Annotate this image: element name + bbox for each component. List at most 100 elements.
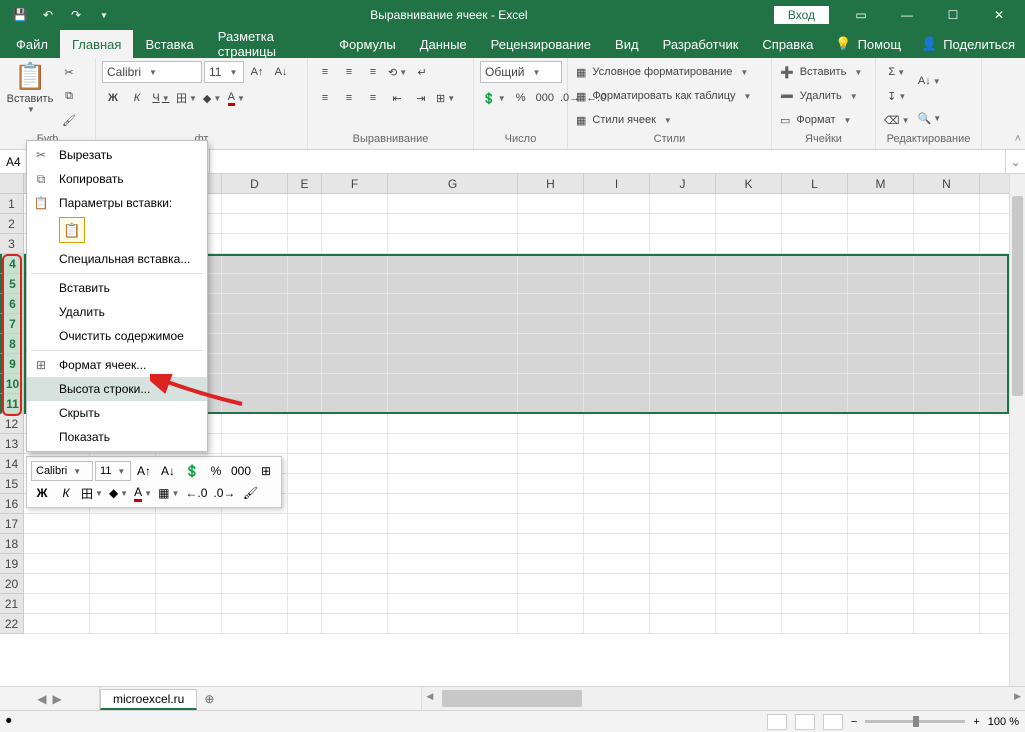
maximize-icon[interactable]: ☐ — [931, 1, 975, 29]
column-header[interactable]: I — [584, 174, 650, 193]
row-header[interactable]: 2 — [0, 214, 23, 234]
conditional-formatting-button[interactable]: ▦Условное форматирование▼ — [574, 61, 765, 83]
copy-icon[interactable]: ⧉ — [58, 85, 80, 107]
column-header[interactable]: E — [288, 174, 322, 193]
mini-bold-button[interactable]: Ж — [31, 482, 53, 504]
sort-filter-icon[interactable]: A↓▼ — [915, 61, 943, 101]
paste-option-icon[interactable]: 📋 — [59, 217, 85, 243]
align-bottom-icon[interactable]: ≡ — [362, 61, 384, 83]
minimize-icon[interactable]: — — [885, 1, 929, 29]
underline-button[interactable]: Ч▼ — [150, 87, 172, 109]
tab-help[interactable]: Справка — [750, 30, 825, 58]
fill-color-icon[interactable]: ◆▼ — [201, 87, 223, 109]
cm-clear-contents[interactable]: Очистить содержимое — [27, 324, 207, 348]
expand-formula-icon[interactable]: ⌄ — [1005, 150, 1025, 173]
borders-icon[interactable]: 田▼ — [174, 87, 199, 109]
percent-icon[interactable]: % — [510, 87, 532, 109]
mini-border-icon[interactable]: 田▼ — [79, 482, 105, 504]
tab-data[interactable]: Данные — [408, 30, 479, 58]
mini-currency-icon[interactable]: 💲 — [181, 460, 203, 482]
mini-increase-font-icon[interactable]: A↑ — [133, 460, 155, 482]
format-cells-button[interactable]: ▭Формат▼ — [778, 109, 869, 131]
cm-row-height[interactable]: Высота строки... — [27, 377, 207, 401]
tab-layout[interactable]: Разметка страницы — [206, 30, 327, 58]
row-header[interactable]: 4 — [0, 254, 23, 274]
comma-icon[interactable]: 000 — [534, 87, 556, 109]
row-header[interactable]: 22 — [0, 614, 23, 634]
row-header[interactable]: 16 — [0, 494, 23, 514]
tell-me[interactable]: 💡Помощ — [825, 30, 911, 58]
column-header[interactable]: J — [650, 174, 716, 193]
mini-format-painter-icon[interactable]: 🖌 — [239, 482, 261, 504]
qat-customize-icon[interactable]: ▼ — [92, 3, 116, 27]
autosum-icon[interactable]: Σ▼ — [882, 61, 911, 83]
row-header[interactable]: 10 — [0, 374, 23, 394]
mini-dec-decimal-icon[interactable]: ←.0 — [183, 482, 209, 504]
cm-show[interactable]: Показать — [27, 425, 207, 449]
row-header[interactable]: 7 — [0, 314, 23, 334]
sheet-nav-prev-icon[interactable]: ◀ — [37, 692, 46, 706]
mini-fill-color-icon[interactable]: ◆▼ — [107, 482, 130, 504]
row-header[interactable]: 20 — [0, 574, 23, 594]
column-header[interactable]: G — [388, 174, 518, 193]
font-name-combo[interactable]: Calibri▼ — [102, 61, 202, 83]
mini-comma-icon[interactable]: 000 — [229, 460, 253, 482]
row-header[interactable]: 17 — [0, 514, 23, 534]
select-all-corner[interactable] — [0, 174, 24, 193]
tab-insert[interactable]: Вставка — [133, 30, 205, 58]
share-button[interactable]: 👤Поделиться — [911, 30, 1025, 58]
grid-row[interactable] — [24, 554, 1009, 574]
grid-row[interactable] — [24, 534, 1009, 554]
paste-button[interactable]: 📋 Вставить ▼ — [6, 61, 54, 114]
close-icon[interactable]: ✕ — [977, 1, 1021, 29]
tab-file[interactable]: Файл — [4, 30, 60, 58]
orientation-icon[interactable]: ⟲▼ — [386, 61, 409, 83]
row-header[interactable]: 1 — [0, 194, 23, 214]
cm-delete[interactable]: Удалить — [27, 300, 207, 324]
row-header[interactable]: 11 — [0, 394, 23, 414]
column-header[interactable]: N — [914, 174, 980, 193]
cm-format-cells[interactable]: ⊞Формат ячеек... — [27, 353, 207, 377]
row-header[interactable]: 12 — [0, 414, 23, 434]
row-header[interactable]: 5 — [0, 274, 23, 294]
row-header[interactable]: 8 — [0, 334, 23, 354]
fill-icon[interactable]: ↧▼ — [882, 85, 911, 107]
clear-icon[interactable]: ⌫▼ — [882, 109, 911, 131]
row-header[interactable]: 13 — [0, 434, 23, 454]
mini-font-combo[interactable]: Calibri▼ — [31, 461, 93, 481]
format-painter-icon[interactable]: 🖌 — [58, 109, 80, 131]
mini-inc-decimal-icon[interactable]: .0→ — [211, 482, 237, 504]
save-icon[interactable]: 💾 — [8, 3, 32, 27]
align-right-icon[interactable]: ≡ — [362, 87, 384, 109]
column-header[interactable]: H — [518, 174, 584, 193]
format-as-table-button[interactable]: ▦Форматировать как таблицу▼ — [574, 85, 765, 107]
mini-decrease-font-icon[interactable]: A↓ — [157, 460, 179, 482]
cm-paste-special[interactable]: Специальная вставка... — [27, 247, 207, 271]
column-header[interactable]: L — [782, 174, 848, 193]
row-header[interactable]: 9 — [0, 354, 23, 374]
row-header[interactable]: 6 — [0, 294, 23, 314]
row-header[interactable]: 18 — [0, 534, 23, 554]
row-header[interactable]: 14 — [0, 454, 23, 474]
cm-copy[interactable]: ⧉Копировать — [27, 167, 207, 191]
delete-cells-button[interactable]: ➖Удалить▼ — [778, 85, 869, 107]
italic-button[interactable]: К — [126, 87, 148, 109]
number-format-combo[interactable]: Общий▼ — [480, 61, 562, 83]
row-header[interactable]: 15 — [0, 474, 23, 494]
font-size-combo[interactable]: 11▼ — [204, 61, 244, 83]
tab-review[interactable]: Рецензирование — [479, 30, 603, 58]
tab-formulas[interactable]: Формулы — [327, 30, 408, 58]
ribbon-options-icon[interactable]: ▭ — [839, 1, 883, 29]
row-header[interactable]: 21 — [0, 594, 23, 614]
find-select-icon[interactable]: 🔍▼ — [915, 103, 943, 133]
font-color-icon[interactable]: A▼ — [225, 87, 247, 109]
tab-view[interactable]: Вид — [603, 30, 651, 58]
redo-icon[interactable]: ↷ — [64, 3, 88, 27]
decrease-indent-icon[interactable]: ⇤ — [386, 87, 408, 109]
grid-row[interactable] — [24, 594, 1009, 614]
column-header[interactable]: F — [322, 174, 388, 193]
tab-home[interactable]: Главная — [60, 30, 133, 58]
bold-button[interactable]: Ж — [102, 87, 124, 109]
row-header[interactable]: 3 — [0, 234, 23, 254]
cm-hide[interactable]: Скрыть — [27, 401, 207, 425]
